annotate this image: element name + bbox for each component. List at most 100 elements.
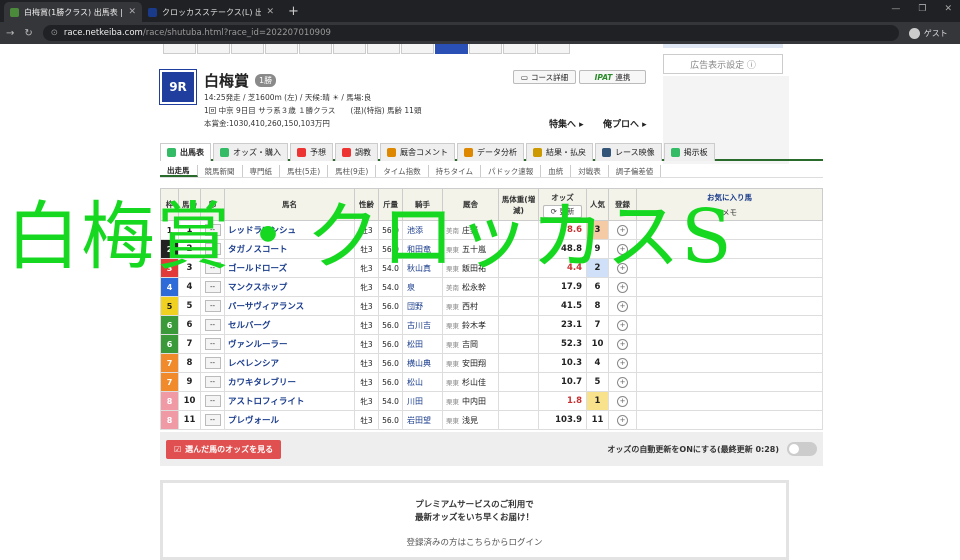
close-window-icon[interactable]: ✕ (944, 4, 952, 14)
favorite-register[interactable]: + (608, 315, 637, 335)
race-grid-cell[interactable] (299, 44, 332, 54)
jockey-link[interactable]: 泉 (402, 277, 443, 297)
memo-cell[interactable] (636, 239, 823, 259)
mark-select[interactable]: -- (204, 243, 221, 255)
jockey-link[interactable]: 池添 (402, 220, 443, 240)
mark-select[interactable]: -- (204, 281, 221, 293)
add-favorite-icon[interactable]: + (617, 357, 628, 369)
jockey-link[interactable]: 横山典 (402, 353, 443, 373)
trainer-link[interactable]: 美南 松永幹 (442, 277, 499, 297)
mark-cell[interactable]: -- (200, 315, 225, 335)
favorite-register[interactable]: + (608, 277, 637, 297)
jockey-link[interactable]: 秋山真 (402, 258, 443, 278)
trainer-link[interactable]: 美南 庄野 (442, 220, 499, 240)
add-favorite-icon[interactable]: + (617, 395, 628, 407)
add-favorite-icon[interactable]: + (617, 414, 628, 426)
favorite-register[interactable]: + (608, 353, 637, 373)
trainer-link[interactable]: 栗東 安田翔 (442, 353, 499, 373)
race-grid-cell[interactable] (469, 44, 502, 54)
jockey-link[interactable]: 松山 (402, 372, 443, 392)
trainer-link[interactable]: 栗東 西村 (442, 296, 499, 316)
race-grid-cell[interactable] (401, 44, 434, 54)
tab-shutuba[interactable]: 出馬表 (160, 143, 211, 161)
pro-link[interactable]: 俺プロへ ▸ (603, 117, 647, 130)
mark-cell[interactable]: -- (200, 372, 225, 392)
url-field[interactable]: ⊙ race.netkeiba.com/race/shutuba.html?rac… (42, 25, 899, 41)
add-favorite-icon[interactable]: + (617, 243, 628, 255)
horse-name-link[interactable]: レベレンシア (224, 353, 355, 373)
subtab[interactable]: 調子偏差値 (609, 165, 662, 177)
add-favorite-icon[interactable]: + (617, 281, 628, 293)
add-favorite-icon[interactable]: + (617, 319, 628, 331)
memo-cell[interactable] (636, 315, 823, 335)
close-tab-icon[interactable]: ✕ (266, 7, 274, 17)
horse-name-link[interactable]: ゴールドローズ (224, 258, 355, 278)
race-grid-cell-active[interactable] (435, 44, 468, 54)
trainer-link[interactable]: 栗東 五十嵐 (442, 239, 499, 259)
horse-name-link[interactable]: アストロフィライト (224, 391, 355, 411)
mark-select[interactable]: -- (204, 376, 221, 388)
tab-prediction[interactable]: 予想 (290, 143, 333, 161)
trainer-link[interactable]: 栗東 浅見 (442, 410, 499, 430)
forward-icon[interactable]: → (6, 28, 14, 39)
mark-cell[interactable]: -- (200, 334, 225, 354)
subtab[interactable]: 専門紙 (243, 165, 280, 177)
odds-update-button[interactable]: ⟳ 更新 (543, 204, 582, 218)
mark-select[interactable]: -- (204, 262, 221, 274)
jockey-link[interactable]: 古川吉 (402, 315, 443, 335)
race-grid-cell[interactable] (503, 44, 536, 54)
race-grid-cell[interactable] (265, 44, 298, 54)
mark-select[interactable]: -- (204, 224, 221, 236)
tab-training[interactable]: 調教 (335, 143, 378, 161)
add-favorite-icon[interactable]: + (617, 300, 628, 312)
favorite-register[interactable]: + (608, 391, 637, 411)
special-link[interactable]: 特集へ ▸ (549, 117, 584, 130)
jockey-link[interactable]: 和田竜 (402, 239, 443, 259)
memo-cell[interactable] (636, 372, 823, 392)
horse-name-link[interactable]: バーサヴィアランス (224, 296, 355, 316)
race-grid-cell[interactable] (163, 44, 196, 54)
memo-cell[interactable] (636, 258, 823, 278)
trainer-link[interactable]: 栗東 中内田 (442, 391, 499, 411)
favorite-register[interactable]: + (608, 258, 637, 278)
horse-name-link[interactable]: タガノスコート (224, 239, 355, 259)
subtab[interactable]: タイム指数 (376, 165, 429, 177)
tab-video[interactable]: レース映像 (595, 143, 662, 161)
premium-login-link[interactable]: 登録済みの方はこちらからログイン (163, 537, 786, 550)
auto-update-toggle[interactable] (787, 442, 817, 456)
new-tab-button[interactable]: + (280, 4, 307, 22)
subtab[interactable]: 対戦表 (571, 165, 609, 177)
jockey-link[interactable]: 団野 (402, 296, 443, 316)
horse-name-link[interactable]: レッドラマンシュ (224, 220, 355, 240)
mark-cell[interactable]: -- (200, 296, 225, 316)
maximize-icon[interactable]: ❐ (918, 4, 926, 14)
tab-odds[interactable]: オッズ・購入 (213, 143, 288, 161)
horse-name-link[interactable]: プレヴォール (224, 410, 355, 430)
horse-name-link[interactable]: カワキタレブリー (224, 372, 355, 392)
mark-select[interactable]: -- (204, 357, 221, 369)
add-favorite-icon[interactable]: + (617, 224, 628, 236)
subtab[interactable]: 出走馬 (160, 165, 198, 177)
horse-name-link[interactable]: ヴァンルーラー (224, 334, 355, 354)
mark-cell[interactable]: -- (200, 239, 225, 259)
mark-select[interactable]: -- (204, 395, 221, 407)
reload-icon[interactable]: ↻ (24, 28, 32, 39)
site-info-icon[interactable]: ⊙ (51, 28, 58, 38)
add-favorite-icon[interactable]: + (617, 376, 628, 388)
mark-cell[interactable]: -- (200, 391, 225, 411)
mark-select[interactable]: -- (204, 319, 221, 331)
add-favorite-icon[interactable]: + (617, 338, 628, 350)
ipat-link-button[interactable]: IPAT 連携 (579, 70, 646, 84)
memo-cell[interactable] (636, 391, 823, 411)
jockey-link[interactable]: 岩田望 (402, 410, 443, 430)
profile-button[interactable]: ゲスト (908, 27, 948, 39)
memo-cell[interactable] (636, 353, 823, 373)
jockey-link[interactable]: 川田 (402, 391, 443, 411)
tab-data[interactable]: データ分析 (457, 143, 524, 161)
trainer-link[interactable]: 栗東 飯田祐 (442, 258, 499, 278)
favorite-register[interactable]: + (608, 410, 637, 430)
memo-cell[interactable] (636, 410, 823, 430)
memo-cell[interactable] (636, 334, 823, 354)
race-grid-cell[interactable] (333, 44, 366, 54)
favorite-register[interactable]: + (608, 334, 637, 354)
